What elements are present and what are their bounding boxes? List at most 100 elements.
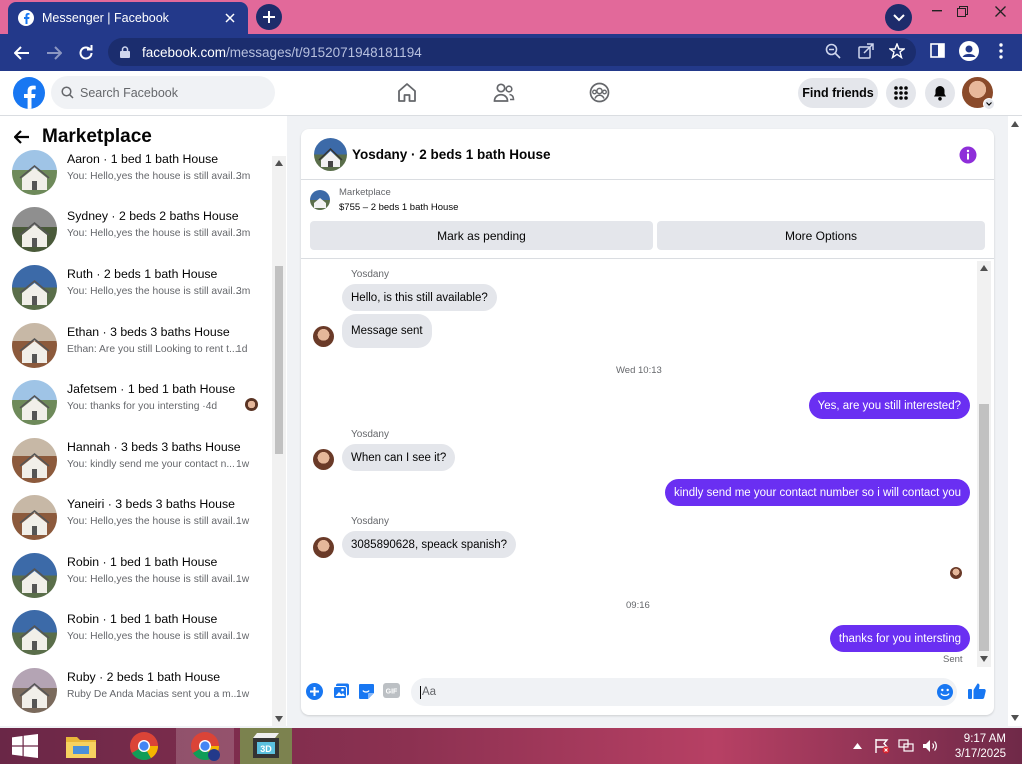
- conversation-item[interactable]: Ethan · 3 beds 3 baths House Ethan: Are y…: [12, 323, 267, 369]
- chat-avatar[interactable]: [314, 138, 347, 171]
- conversation-item[interactable]: Robin · 1 bed 1 bath House You: Hello,yes…: [12, 610, 267, 656]
- groups-icon[interactable]: [589, 82, 610, 103]
- sidebar-scroll-thumb[interactable]: [275, 266, 283, 454]
- conversation-item[interactable]: Hannah · 3 beds 3 baths House You: kindly…: [12, 438, 267, 484]
- incoming-message[interactable]: Hello, is this still available?: [342, 284, 497, 311]
- sidebar-scrollbar[interactable]: [272, 156, 286, 726]
- info-icon[interactable]: [959, 146, 977, 164]
- zoom-icon[interactable]: [825, 43, 841, 59]
- friends-icon[interactable]: [493, 82, 515, 103]
- conversation-name: Aaron · 1 bed 1 bath House: [67, 152, 219, 166]
- plus-circle-icon[interactable]: [306, 683, 323, 700]
- gif-icon[interactable]: GIF: [383, 683, 400, 698]
- chrome-icon[interactable]: [116, 728, 172, 764]
- conversation-item[interactable]: Robin · 1 bed 1 bath House You: Hello,yes…: [12, 553, 267, 599]
- new-tab-button[interactable]: [256, 4, 282, 30]
- browser-tab[interactable]: Messenger | Facebook: [8, 2, 248, 34]
- back-icon[interactable]: [11, 42, 33, 64]
- chat-scroll-thumb[interactable]: [979, 404, 989, 651]
- file-explorer-icon[interactable]: [58, 728, 104, 764]
- image-attach-icon[interactable]: [333, 683, 350, 699]
- mark-as-pending-button[interactable]: Mark as pending: [310, 221, 653, 250]
- browser-menu-icon[interactable]: [999, 43, 1003, 59]
- scroll-up-icon[interactable]: [275, 160, 283, 166]
- conversation-item[interactable]: Ruth · 2 beds 1 bath House You: Hello,yes…: [12, 265, 267, 311]
- forward-icon[interactable]: [43, 42, 65, 64]
- conversation-name: Sydney · 2 beds 2 baths House: [67, 209, 239, 223]
- tab-close-icon[interactable]: [222, 10, 238, 26]
- network-icon[interactable]: [896, 728, 916, 764]
- scroll-down-icon[interactable]: [1011, 715, 1019, 721]
- message-input-placeholder: Aa: [422, 686, 437, 698]
- profile-icon[interactable]: [959, 41, 979, 61]
- home-icon[interactable]: [397, 82, 417, 103]
- more-options-button[interactable]: More Options: [657, 221, 985, 250]
- taskbar-clock[interactable]: 9:17 AM 3/17/2025: [950, 732, 1006, 762]
- back-arrow-icon[interactable]: [14, 130, 30, 144]
- marketplace-label: Marketplace: [339, 187, 391, 198]
- menu-grid-icon[interactable]: [886, 78, 916, 108]
- bookmark-star-icon[interactable]: [889, 43, 905, 59]
- outgoing-message[interactable]: kindly send me your contact number so i …: [665, 479, 970, 506]
- message-input[interactable]: Aa: [411, 678, 957, 706]
- conversation-time: 1w: [236, 689, 250, 700]
- thumbs-up-icon[interactable]: [968, 682, 986, 700]
- close-window-button[interactable]: [983, 0, 1017, 22]
- scroll-down-icon[interactable]: [980, 656, 988, 662]
- tab-title: Messenger | Facebook: [42, 11, 169, 25]
- incoming-message[interactable]: Message sent: [342, 314, 432, 348]
- listing-price-title[interactable]: $755 – 2 beds 1 bath House: [339, 202, 458, 213]
- facebook-search-input[interactable]: Search Facebook: [51, 76, 275, 109]
- scroll-up-icon[interactable]: [1011, 121, 1019, 127]
- video-editor-icon[interactable]: 3D: [240, 728, 292, 764]
- chat-scrollbar[interactable]: [977, 261, 991, 667]
- notifications-bell-icon[interactable]: [925, 78, 955, 108]
- outgoing-message[interactable]: thanks for you intersting: [829, 625, 970, 652]
- conversation-item[interactable]: Ruby · 2 beds 1 bath House Ruby De Anda M…: [12, 668, 267, 714]
- chat-panel: Yosdany · 2 beds 1 bath House Marketplac…: [301, 129, 994, 715]
- message-composer: GIF Aa: [301, 675, 994, 715]
- reload-icon[interactable]: [75, 42, 97, 64]
- conversation-preview: You: Hello,yes the house is still avail.…: [67, 286, 242, 297]
- conversation-preview: You: thanks for you intersting ·4d: [67, 401, 218, 412]
- tab-search-button[interactable]: [885, 4, 912, 31]
- conversation-item[interactable]: Aaron · 1 bed 1 bath House You: Hello,yes…: [12, 150, 267, 196]
- facebook-logo-icon[interactable]: [13, 77, 45, 109]
- conversation-item[interactable]: Yaneiri · 3 beds 3 baths House You: Hello…: [12, 495, 267, 541]
- tray-chevron-up-icon[interactable]: [850, 728, 864, 764]
- side-panel-icon[interactable]: [930, 43, 945, 58]
- lock-icon: [120, 46, 130, 58]
- text-cursor: [420, 685, 421, 699]
- scroll-down-icon[interactable]: [275, 716, 283, 722]
- chrome-profile-icon[interactable]: [176, 728, 234, 764]
- scroll-up-icon[interactable]: [980, 265, 988, 271]
- sticker-icon[interactable]: [358, 683, 375, 700]
- volume-icon[interactable]: [920, 728, 940, 764]
- conversation-time: 3m: [236, 286, 251, 297]
- conversation-time: 1d: [236, 344, 248, 355]
- incoming-message[interactable]: When can I see it?: [342, 444, 456, 471]
- sender-avatar[interactable]: [313, 537, 334, 558]
- chat-title[interactable]: Yosdany · 2 beds 1 bath House: [352, 147, 551, 162]
- emoji-icon[interactable]: [937, 684, 953, 700]
- restore-button[interactable]: [945, 0, 979, 22]
- conversation-time: 1w: [236, 574, 250, 585]
- sender-avatar[interactable]: [313, 449, 334, 470]
- listing-thumbnail[interactable]: [310, 190, 330, 210]
- windows-start-icon[interactable]: [0, 728, 50, 764]
- incoming-message[interactable]: 3085890628, speack spanish?: [342, 531, 517, 558]
- action-center-flag-icon[interactable]: [872, 728, 892, 764]
- conversation-preview: You: Hello,yes the house is still avail.…: [67, 516, 242, 527]
- outgoing-message[interactable]: Yes, are you still interested?: [808, 392, 970, 419]
- share-icon[interactable]: [858, 43, 874, 59]
- conversation-item[interactable]: Jafetsem · 1 bed 1 bath House You: thanks…: [12, 380, 267, 426]
- browser-titlebar: Messenger | Facebook: [0, 0, 1022, 34]
- page-scrollbar[interactable]: [1008, 116, 1022, 726]
- clock-time: 9:17 AM: [963, 733, 1006, 745]
- find-friends-button[interactable]: Find friends: [798, 78, 878, 108]
- conversation-time: 3m: [236, 171, 251, 182]
- sender-avatar[interactable]: [313, 326, 334, 347]
- account-chevron-icon[interactable]: [983, 98, 995, 110]
- conversation-item[interactable]: Sydney · 2 beds 2 baths House You: Hello,…: [12, 207, 267, 253]
- address-bar[interactable]: facebook.com/messages/t/9152071948181194: [108, 38, 916, 66]
